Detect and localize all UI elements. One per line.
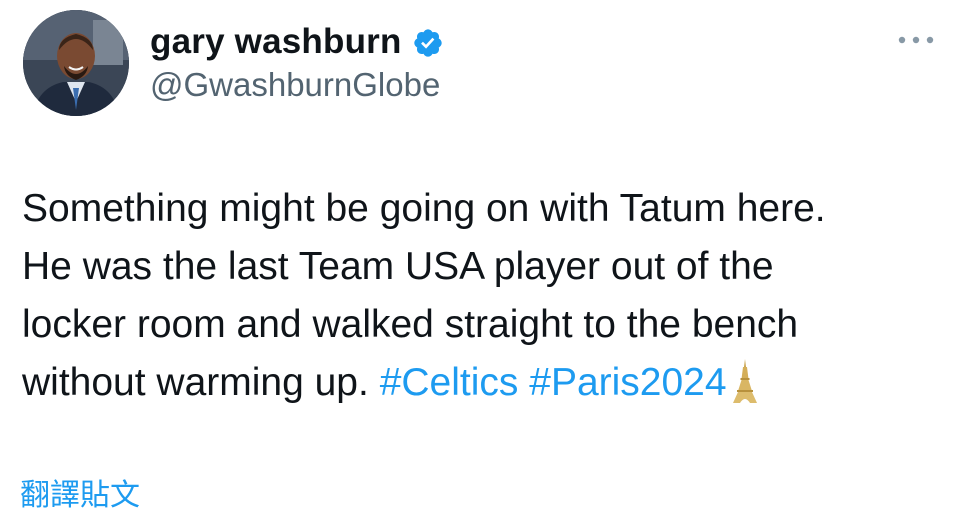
avatar[interactable] [23,10,129,116]
tweet-text: Something might be going on with Tatum h… [22,180,922,412]
verified-badge-icon [412,27,444,59]
tweet-text-line-last: without warming up. #Celtics #Paris2024 [22,354,922,412]
avatar-photo-icon [23,10,129,116]
translate-post-link[interactable]: 翻譯貼文 [20,470,140,514]
author-handle[interactable]: @GwashburnGlobe [150,66,440,104]
hashtag-paris2024-link[interactable]: #Paris2024 [529,361,726,404]
tweet-text-line: He was the last Team USA player out of t… [22,245,774,288]
eiffel-tower-icon [731,357,759,405]
tweet-text-line: locker room and walked straight to the b… [22,303,799,346]
tweet-text-line: Something might be going on with Tatum h… [22,187,826,230]
more-options-icon[interactable] [896,30,936,50]
tweet-text-fragment: without warming up. [22,361,369,404]
hashtag-celtics-link[interactable]: #Celtics [380,361,519,404]
author-name-row: gary washburn [150,22,444,62]
author-display-name[interactable]: gary washburn [150,22,402,62]
tweet-card: gary washburn @GwashburnGlobe Something … [0,0,960,524]
